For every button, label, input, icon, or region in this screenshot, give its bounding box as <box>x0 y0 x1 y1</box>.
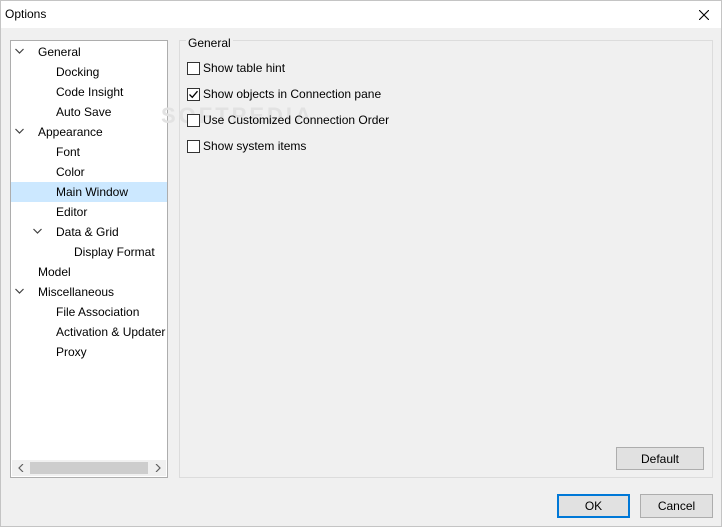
tree-item-label: Main Window <box>56 185 129 199</box>
option-label: Show objects in Connection pane <box>203 87 382 101</box>
cancel-button[interactable]: Cancel <box>640 494 713 518</box>
option-checkbox-row[interactable]: Show system items <box>187 138 306 154</box>
tree-item[interactable]: Data & Grid <box>11 222 167 242</box>
tree-item[interactable]: General <box>11 42 167 62</box>
tree-item-label: Display Format <box>74 245 155 259</box>
tree-item[interactable]: Display Format <box>11 242 167 262</box>
checkbox[interactable] <box>187 113 200 127</box>
tree-item[interactable]: Proxy <box>11 342 167 362</box>
tree-item-label: Font <box>56 145 81 159</box>
option-label: Show system items <box>203 139 307 153</box>
close-icon <box>699 9 709 20</box>
default-button[interactable]: Default <box>616 447 704 470</box>
window-title: Options <box>5 7 47 21</box>
tree-item-label: Model <box>38 265 71 279</box>
tree-item[interactable]: File Association <box>11 302 167 322</box>
tree-item[interactable]: Color <box>11 162 167 182</box>
options-tree[interactable]: General Docking Code Insight Auto Save Appea… <box>10 40 168 478</box>
tree-item[interactable]: Editor <box>11 202 167 222</box>
chevron-right-icon <box>155 464 161 472</box>
tree-item[interactable]: Appearance <box>11 122 167 142</box>
tree-item[interactable]: Font <box>11 142 167 162</box>
chevron-down-icon[interactable] <box>15 288 24 295</box>
tree-item-label: Editor <box>56 205 88 219</box>
chevron-down-icon[interactable] <box>15 48 24 55</box>
chevron-left-icon <box>17 464 23 472</box>
scroll-thumb[interactable] <box>30 462 148 474</box>
tree-item[interactable]: Model <box>11 262 167 282</box>
tree-item[interactable]: Docking <box>11 62 167 82</box>
tree-item[interactable]: Auto Save <box>11 102 167 122</box>
tree-horizontal-scrollbar[interactable] <box>12 460 166 476</box>
default-button-label: Default <box>640 451 680 466</box>
tree-item-label: Miscellaneous <box>38 285 115 299</box>
tree-item-label: Color <box>56 165 85 179</box>
option-checkbox-row[interactable]: Show table hint <box>187 60 285 76</box>
tree-item-label: Proxy <box>56 345 87 359</box>
chevron-down-icon[interactable] <box>33 228 42 235</box>
tree-item-label: Docking <box>56 65 100 79</box>
tree-item-label: Activation & Updater <box>56 325 166 339</box>
ok-button[interactable]: OK <box>557 494 630 518</box>
tree-item-label: General <box>38 45 81 59</box>
tree-item[interactable]: Code Insight <box>11 82 167 102</box>
checkmark-icon <box>189 90 198 98</box>
cancel-button-label: Cancel <box>657 499 696 513</box>
close-button[interactable] <box>687 1 721 28</box>
tree-item[interactable]: Main Window <box>11 182 167 202</box>
ok-button-label: OK <box>584 499 603 513</box>
tree-item-label: Appearance <box>38 125 103 139</box>
option-checkbox-row[interactable]: Use Customized Connection Order <box>187 112 389 128</box>
option-label: Use Customized Connection Order <box>203 113 390 127</box>
checkbox[interactable] <box>187 61 200 75</box>
group-title: General <box>186 36 233 50</box>
tree-item-label: Auto Save <box>56 105 112 119</box>
option-checkbox-row[interactable]: Show objects in Connection pane <box>187 86 381 102</box>
scroll-right-button[interactable] <box>149 460 166 476</box>
chevron-down-icon[interactable] <box>15 128 24 135</box>
checkbox[interactable] <box>187 87 200 101</box>
options-window: Options General Docking Code Insight Auto S… <box>0 0 722 527</box>
scroll-left-button[interactable] <box>12 460 29 476</box>
tree-item[interactable]: Miscellaneous <box>11 282 167 302</box>
option-label: Show table hint <box>203 61 286 75</box>
tree-item-label: Data & Grid <box>56 225 119 239</box>
tree-item-label: Code Insight <box>56 85 124 99</box>
title-bar: Options <box>1 1 721 28</box>
tree-item[interactable]: Activation & Updater <box>11 322 167 342</box>
tree-item-label: File Association <box>56 305 140 319</box>
checkbox[interactable] <box>187 139 200 153</box>
